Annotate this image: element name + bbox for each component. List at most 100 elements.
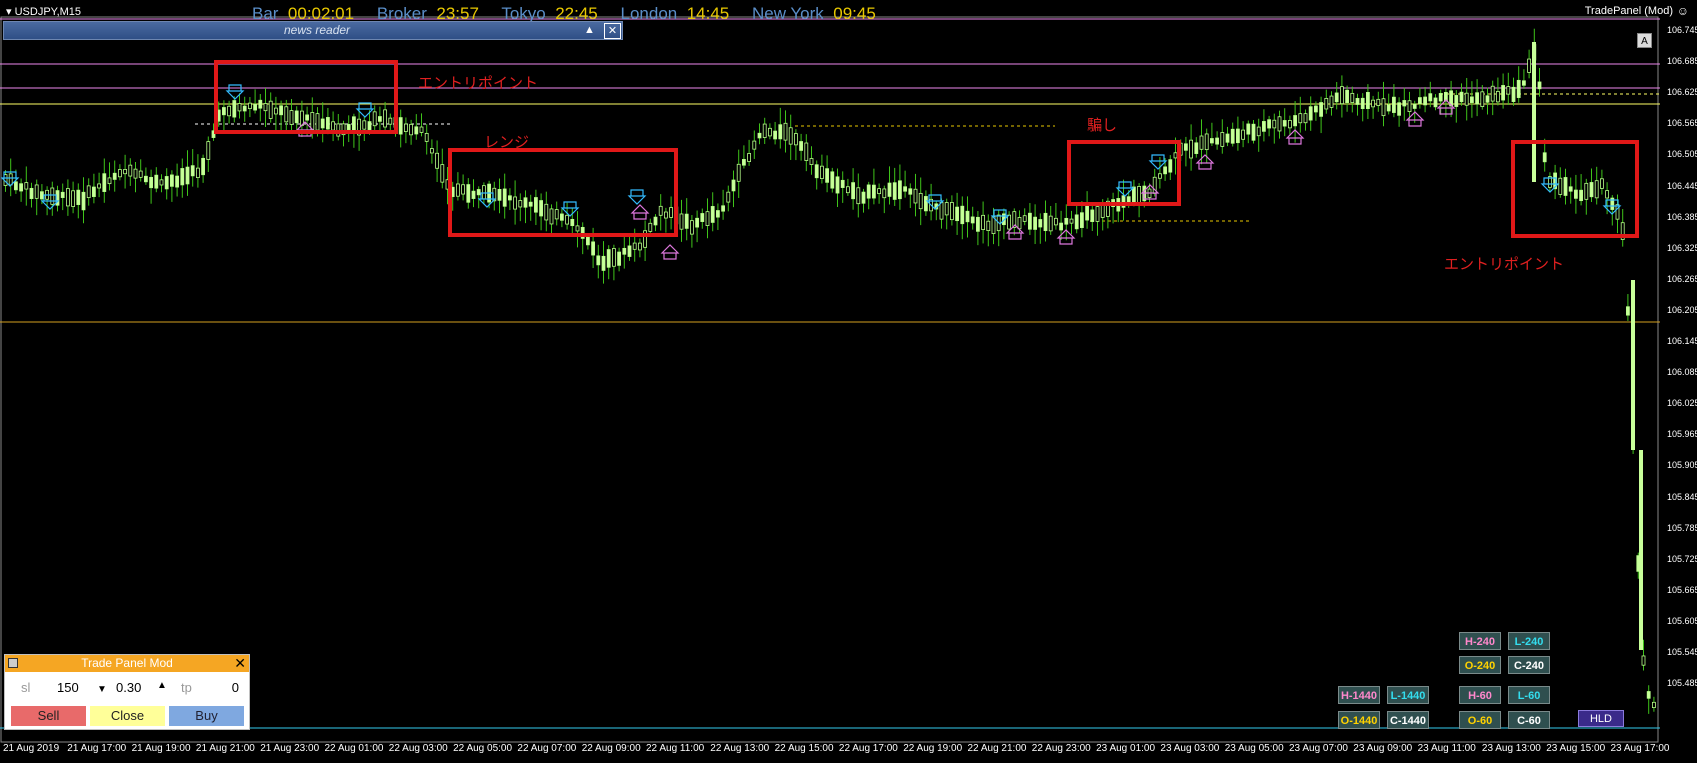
sl-value[interactable]: 150 — [57, 680, 79, 695]
lot-down-icon[interactable]: ▼ — [97, 684, 107, 695]
o1440-button[interactable]: O-1440 — [1338, 711, 1380, 729]
close-icon[interactable]: ✕ — [234, 655, 246, 672]
candle-body — [149, 176, 154, 189]
autoscroll-button[interactable]: A — [1637, 33, 1652, 48]
candle-body — [539, 200, 543, 217]
sell-button[interactable]: Sell — [11, 706, 86, 726]
chart-area[interactable]: ▾ USDJPY,M15 Bar 00:02:01 Broker 23:57 T… — [0, 0, 1697, 763]
candle-body — [773, 130, 777, 140]
candle-body — [97, 183, 101, 189]
collapse-icon[interactable]: ▲ — [582, 23, 597, 37]
candle-body — [1256, 126, 1261, 137]
candle-body — [185, 166, 190, 185]
candle-body — [783, 122, 788, 141]
smiley-icon[interactable]: ☺ — [1677, 4, 1689, 18]
l1440-button[interactable]: L-1440 — [1387, 686, 1429, 704]
candle-body — [414, 126, 419, 135]
candle-body — [752, 140, 757, 150]
candle-body — [1428, 93, 1433, 102]
time-tick: 23 Aug 11:00 — [1417, 743, 1476, 754]
news-reader-bar[interactable]: news reader ▲ ✕ — [3, 21, 623, 40]
h60-button[interactable]: H-60 — [1459, 686, 1501, 704]
candle-body — [513, 196, 517, 210]
price-tick: 105.785 — [1667, 522, 1697, 533]
annotation-box — [1511, 140, 1639, 238]
candle-body — [1007, 214, 1011, 230]
candle-body — [814, 164, 819, 179]
candle-body — [747, 153, 751, 162]
price-tick: 105.665 — [1667, 584, 1697, 595]
trade-panel[interactable]: Trade Panel Mod ✕ sl 150 ▼ 0.30 ▲ tp 0 S… — [4, 654, 250, 730]
candle-body — [1319, 102, 1323, 117]
candle-body — [570, 218, 575, 227]
candle-body — [1522, 80, 1526, 86]
o60-button[interactable]: O-60 — [1459, 711, 1501, 729]
time-tick: 23 Aug 17:00 — [1610, 743, 1670, 754]
candle-body — [1594, 180, 1599, 199]
candle-body — [596, 255, 601, 266]
candle-body — [700, 213, 705, 222]
candle-body — [736, 163, 741, 182]
candle-body — [1340, 86, 1344, 105]
candle-body — [944, 202, 949, 216]
candle-body — [1631, 280, 1635, 450]
candle-body — [684, 213, 689, 229]
candle-body — [1282, 120, 1287, 127]
candle-body — [388, 117, 393, 125]
h240-button[interactable]: H-240 — [1459, 632, 1501, 650]
candle-body — [1355, 97, 1360, 105]
candle-body — [112, 172, 117, 180]
dropdown-icon[interactable]: ▾ — [6, 6, 12, 18]
time-tick: 22 Aug 13:00 — [710, 743, 770, 754]
candle-body — [1293, 115, 1297, 127]
candle-body — [455, 183, 460, 197]
candle-body — [435, 152, 440, 169]
candle-body — [820, 165, 824, 179]
l240-button[interactable]: L-240 — [1508, 632, 1550, 650]
candle-body — [1423, 96, 1427, 106]
london-label: London — [620, 4, 678, 23]
h1440-button[interactable]: H-1440 — [1338, 686, 1380, 704]
candle-body — [50, 187, 55, 205]
close-button[interactable]: Close — [90, 706, 165, 726]
price-chart[interactable] — [0, 0, 1697, 763]
candle-body — [768, 127, 772, 137]
c1440-button[interactable]: C-1440 — [1387, 711, 1429, 729]
lot-value[interactable]: 0.30 — [116, 680, 141, 695]
candle-body — [1579, 189, 1583, 202]
lot-stepper[interactable]: ▼ 0.30 ▲ — [97, 680, 169, 698]
candle-body — [66, 188, 70, 207]
annotation-fake: 騙し — [1087, 117, 1118, 134]
hld-button[interactable]: HLD — [1578, 710, 1624, 727]
candle-body — [1308, 106, 1313, 121]
lot-up-icon[interactable]: ▲ — [157, 680, 167, 691]
candle-body — [232, 100, 237, 118]
price-tick: 106.445 — [1667, 180, 1697, 191]
l60-button[interactable]: L-60 — [1508, 686, 1550, 704]
candle-body — [1262, 121, 1266, 132]
buy-button[interactable]: Buy — [169, 706, 244, 726]
time-tick: 22 Aug 17:00 — [838, 743, 898, 754]
candle-body — [554, 209, 559, 220]
trade-panel-title: Trade Panel Mod — [81, 656, 173, 670]
sell-arrow-icon — [627, 189, 647, 205]
sl-field[interactable]: sl 150 — [21, 680, 79, 698]
close-icon[interactable]: ✕ — [604, 23, 621, 39]
tp-value[interactable]: 0 — [232, 680, 239, 695]
candle-body — [856, 187, 861, 205]
candle-body — [60, 191, 65, 198]
candle-body — [372, 111, 377, 127]
c60-button[interactable]: C-60 — [1508, 711, 1550, 729]
candle-body — [1641, 655, 1646, 666]
candle-body — [29, 187, 34, 199]
candle-body — [273, 107, 278, 115]
price-tick: 106.145 — [1667, 336, 1697, 346]
candle-body — [1646, 691, 1651, 699]
candle-body — [1085, 204, 1089, 221]
candle-body — [1314, 105, 1318, 113]
candle-body — [1038, 219, 1043, 228]
c240-button[interactable]: C-240 — [1508, 656, 1550, 674]
o240-button[interactable]: O-240 — [1459, 656, 1501, 674]
trade-panel-header[interactable]: Trade Panel Mod ✕ — [5, 655, 249, 672]
tp-field[interactable]: tp 0 — [181, 680, 243, 698]
